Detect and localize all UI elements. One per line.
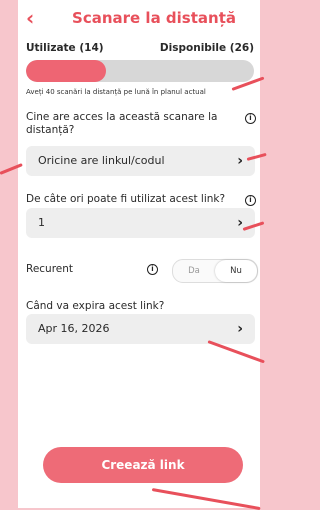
access-select[interactable]: Oricine are linkul/codul › <box>26 146 255 176</box>
expiry-label: Când va expira acest link? <box>26 300 165 312</box>
chevron-right-icon: › <box>237 215 243 231</box>
page-title: Scanare la distanță <box>72 9 236 27</box>
chevron-right-icon: › <box>237 153 243 169</box>
usage-progress-fill <box>26 60 106 82</box>
info-icon[interactable]: i <box>147 264 158 275</box>
chevron-right-icon: › <box>237 321 243 337</box>
info-icon[interactable]: i <box>245 195 256 206</box>
access-value: Oricine are linkul/codul <box>38 154 165 167</box>
available-label: Disponibile (26) <box>159 42 254 54</box>
uses-select[interactable]: 1 › <box>26 208 255 238</box>
recurring-toggle[interactable]: Da Nu <box>172 259 258 283</box>
expiry-select[interactable]: Apr 16, 2026 › <box>26 314 255 344</box>
usage-progress-bar <box>26 60 254 82</box>
plan-note: Aveți 40 scanări la distanță pe lună în … <box>26 88 206 96</box>
screen-panel: ‹ Scanare la distanță Utilizate (14) Dis… <box>18 0 260 508</box>
info-icon[interactable]: i <box>245 113 256 124</box>
uses-label: De câte ori poate fi utilizat acest link… <box>26 193 226 205</box>
back-button[interactable]: ‹ <box>26 6 34 30</box>
header: ‹ Scanare la distanță <box>18 6 260 30</box>
toggle-option-no[interactable]: Nu <box>215 260 257 282</box>
uses-value: 1 <box>38 216 45 229</box>
toggle-option-yes[interactable]: Da <box>173 260 215 282</box>
expiry-value: Apr 16, 2026 <box>38 322 110 335</box>
used-label: Utilizate (14) <box>26 42 104 54</box>
create-link-button[interactable]: Creează link <box>43 447 243 483</box>
access-label: Cine are acces la această scanare la dis… <box>26 111 218 136</box>
